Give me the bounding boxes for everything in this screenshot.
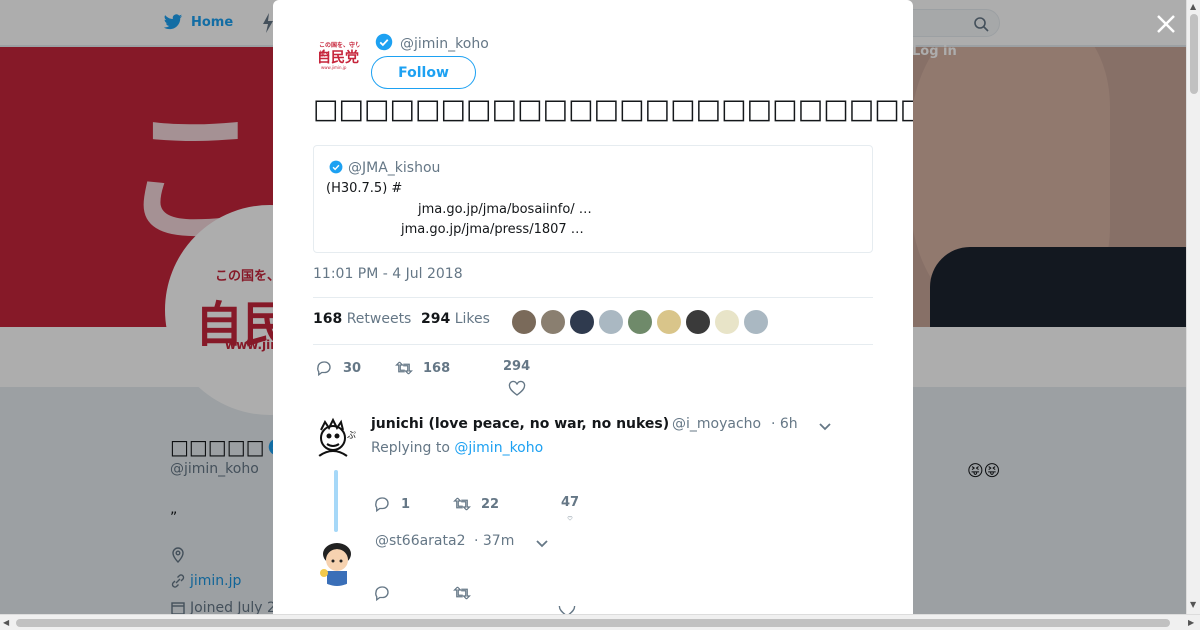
liker-avatar[interactable]: [598, 309, 624, 335]
likes-count: 294: [421, 311, 451, 327]
reply-reply-action[interactable]: [373, 584, 391, 602]
tweet-body: □□□□□□□□□□□□□□□□□□□□□□□□□□□□□□□□□□□□□□□: [313, 94, 913, 125]
author-avatar-text-url: www.jimin.jp: [321, 65, 347, 70]
reply-icon: [375, 586, 389, 602]
reply-author-handle[interactable]: @i_moyacho: [672, 416, 761, 432]
thread-line: [334, 470, 338, 532]
reply-avatar[interactable]: ぷ: [313, 416, 361, 464]
likes-label: Likes: [454, 311, 490, 327]
liker-avatar[interactable]: [569, 309, 595, 335]
author-avatar[interactable]: この国を、守り抜く 自民党 www.jimin.jp: [313, 30, 361, 78]
liker-avatar[interactable]: [685, 309, 711, 335]
reply-icon: [375, 497, 389, 513]
horizontal-scroll-thumb[interactable]: [16, 619, 1170, 627]
heart-icon: [567, 516, 573, 521]
replying-to: Replying to @jimin_koho: [371, 440, 543, 456]
retweet-icon: [453, 497, 471, 511]
liker-avatar[interactable]: [511, 309, 537, 335]
likes-stat[interactable]: 294 Likes: [421, 311, 490, 327]
liker-avatar[interactable]: [540, 309, 566, 335]
replying-prefix: Replying to: [371, 440, 455, 456]
follow-button[interactable]: Follow: [371, 56, 476, 89]
reply-time[interactable]: · 37m: [474, 533, 514, 549]
author-handle[interactable]: @jimin_koho: [400, 36, 489, 52]
reply-count: 30: [343, 360, 362, 376]
quoted-handle: @JMA_kishou: [348, 160, 441, 176]
retweet-count: 168: [423, 360, 451, 376]
likers-avatars: [511, 309, 769, 335]
like-count: 294: [503, 359, 531, 374]
scroll-down-arrow-icon[interactable]: ▼: [1190, 600, 1196, 609]
author-avatar-text-big: 自民党: [317, 50, 359, 66]
liker-avatar[interactable]: [743, 309, 769, 335]
reply-time[interactable]: · 6h: [771, 416, 798, 432]
verified-badge-icon: [329, 160, 343, 174]
reply-like-count: 47: [561, 495, 580, 510]
reply-retweet-action[interactable]: [453, 584, 471, 602]
svg-text:ぷ: ぷ: [347, 430, 356, 441]
quoted-link[interactable]: jma.go.jp/jma/press/1807 …: [401, 222, 584, 237]
retweets-stat[interactable]: 168 Retweets: [313, 311, 411, 327]
tweet-timestamp[interactable]: 11:01 PM - 4 Jul 2018: [313, 266, 463, 282]
liker-avatar[interactable]: [656, 309, 682, 335]
tweet-stats: 168 Retweets 294 Likes: [313, 297, 873, 345]
chevron-down-icon[interactable]: [535, 536, 549, 550]
vertical-scrollbar[interactable]: ▲ ▼: [1186, 0, 1200, 614]
retweets-count: 168: [313, 311, 343, 327]
reply-retweet-action[interactable]: 22: [453, 495, 499, 513]
reply-author-name[interactable]: junichi (love peace, no war, no nukes): [371, 416, 669, 432]
horizontal-scrollbar[interactable]: ◀ ▶: [0, 614, 1200, 630]
replying-to-link[interactable]: @jimin_koho: [454, 440, 543, 456]
scroll-left-arrow-icon[interactable]: ◀: [3, 618, 9, 627]
reply-like-action[interactable]: 47: [561, 495, 579, 521]
quoted-tweet[interactable]: @JMA_kishou (H30.7.5) # jma.go.jp/jma/bo…: [313, 145, 873, 253]
close-icon[interactable]: [1154, 12, 1178, 36]
vertical-scroll-thumb[interactable]: [1190, 14, 1198, 94]
reply-retweet-count: 22: [481, 496, 500, 512]
heart-icon: [558, 606, 576, 614]
verified-badge-icon: [375, 33, 393, 51]
retweet-icon: [453, 586, 471, 600]
quoted-link[interactable]: jma.go.jp/jma/bosaiinfo/ …: [418, 202, 592, 217]
cartoon-boy-avatar-icon: [313, 538, 361, 586]
reply-reply-action[interactable]: 1: [373, 495, 410, 513]
tweet-modal: この国を、守り抜く 自民党 www.jimin.jp @jimin_koho F…: [273, 0, 913, 614]
reply-reply-count: 1: [401, 496, 411, 512]
retweet-action[interactable]: 168: [395, 359, 450, 377]
reply-author-handle[interactable]: @st66arata2: [375, 533, 466, 549]
retweet-icon: [395, 361, 413, 375]
reply-icon: [317, 361, 331, 377]
liker-avatar[interactable]: [627, 309, 653, 335]
chevron-down-icon[interactable]: [818, 419, 832, 433]
scroll-up-arrow-icon[interactable]: ▲: [1190, 2, 1196, 11]
reply-like-action[interactable]: [558, 606, 576, 614]
like-action[interactable]: 294: [503, 359, 530, 398]
scroll-right-arrow-icon[interactable]: ▶: [1188, 618, 1194, 627]
heart-icon: [508, 380, 525, 396]
tweet-actions: 30 168 294: [313, 355, 873, 400]
reply-avatar[interactable]: [313, 538, 361, 586]
liker-avatar[interactable]: [714, 309, 740, 335]
reply-action[interactable]: 30: [315, 359, 361, 377]
retweets-label: Retweets: [346, 311, 412, 327]
cartoon-avatar-icon: ぷ: [313, 416, 361, 464]
tweet-text: □□□□□□□□□□□□□□□□□□□□□□□□□□□□□□□□□□□□□□□ …: [313, 92, 913, 128]
quoted-line: (H30.7.5) #: [326, 181, 403, 196]
